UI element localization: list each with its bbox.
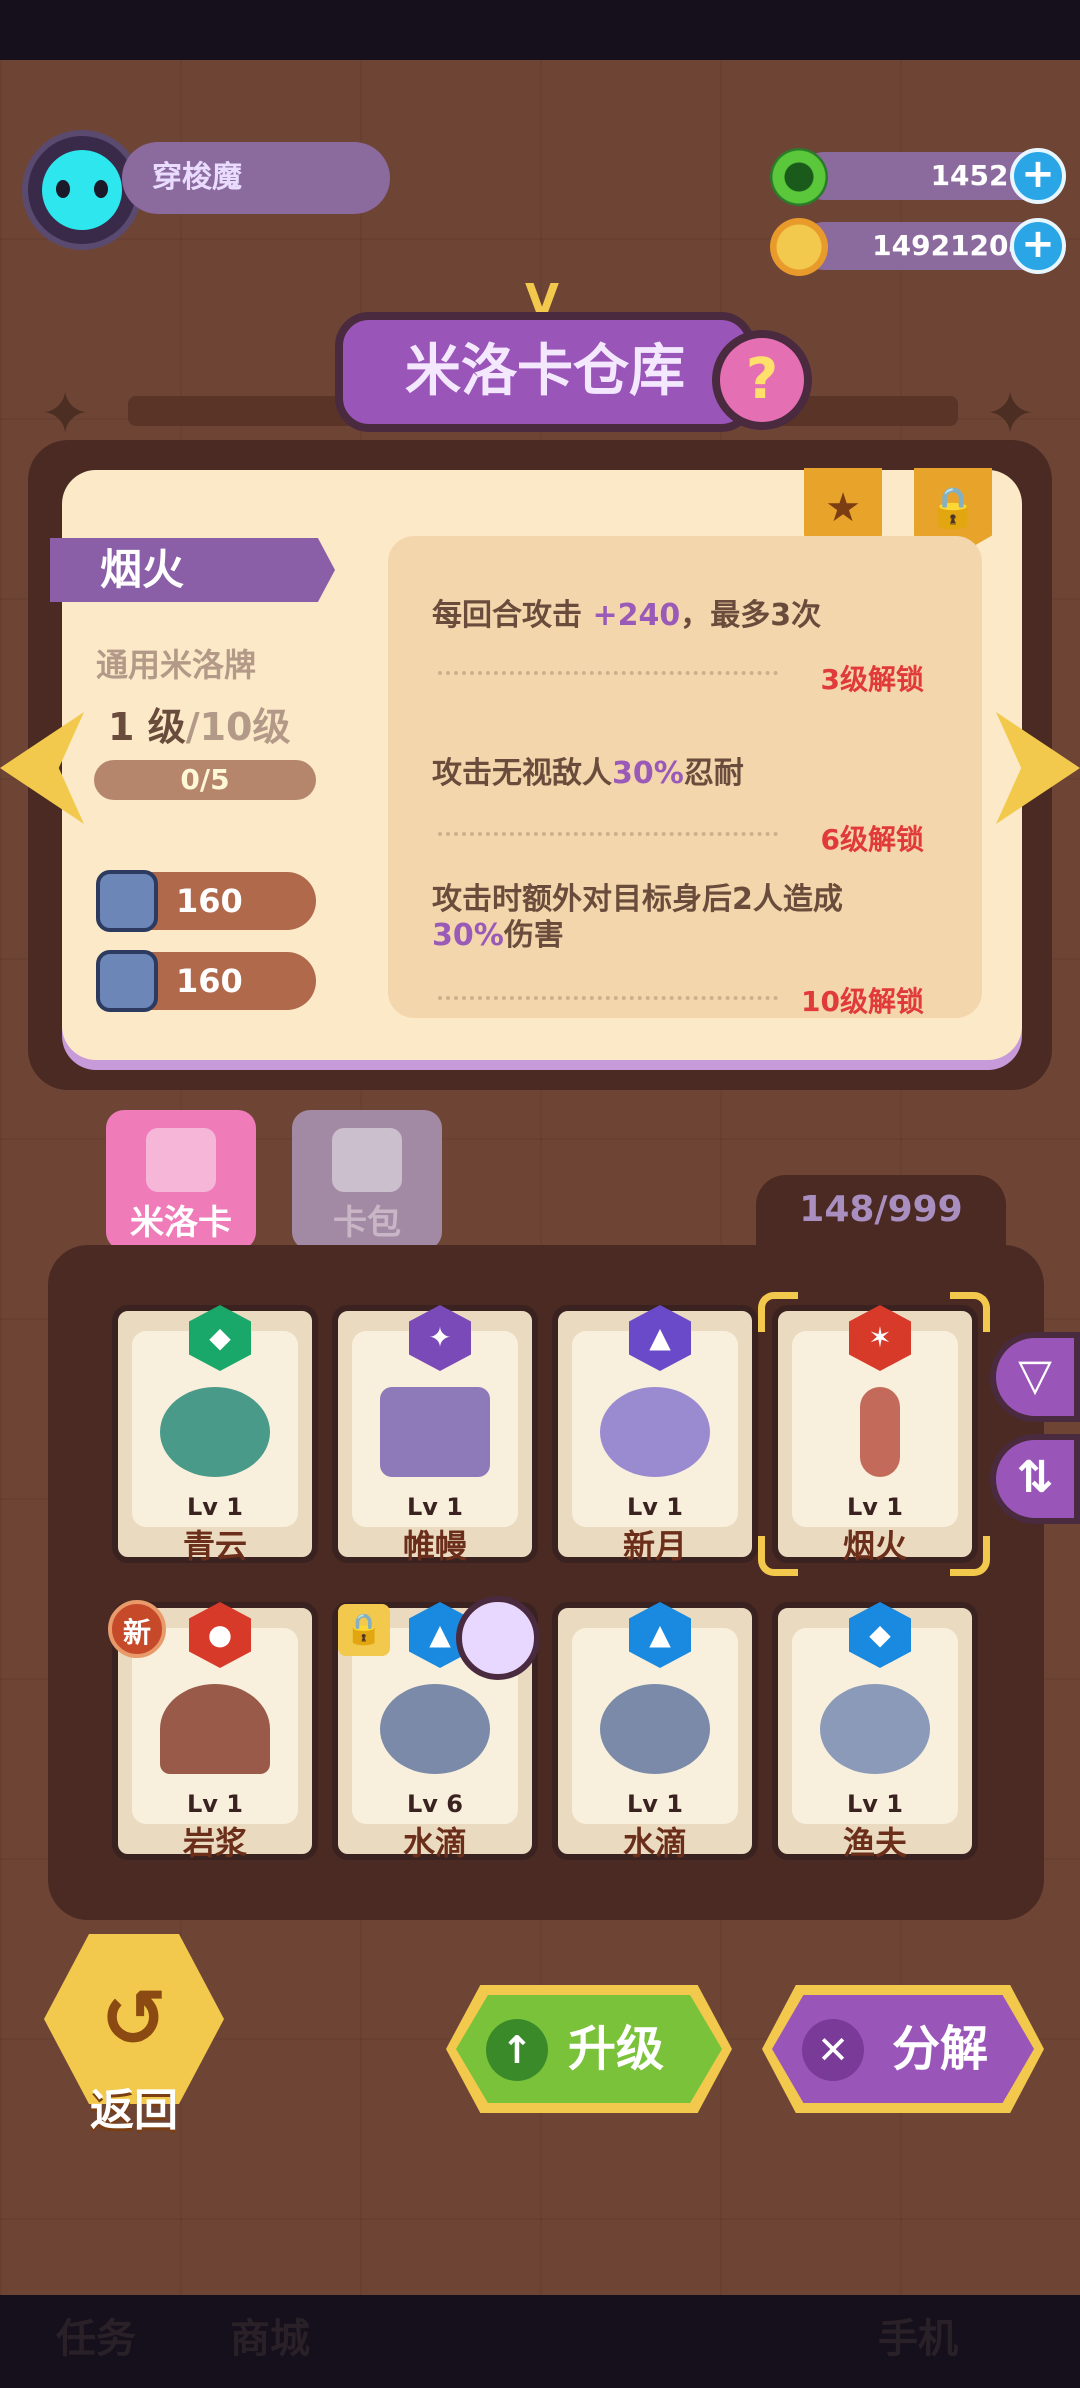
divider [438, 832, 778, 836]
sort-button[interactable]: ⇅ [990, 1434, 1080, 1524]
selection-corner [950, 1292, 990, 1332]
selection-corner [950, 1536, 990, 1576]
nav-item-phone: 手机 [878, 2316, 958, 2362]
divider [438, 996, 778, 1000]
unlock-requirement: 3级解锁 [820, 663, 924, 696]
water-drop-art-icon [600, 1684, 710, 1774]
shield-stat-icon [96, 870, 158, 932]
card-item-selected[interactable]: ✶ Lv 1 烟火 [772, 1305, 978, 1565]
card-icon [146, 1128, 216, 1192]
player-name: 穿梭魔 [122, 142, 390, 214]
page-title: 米洛卡仓库 [335, 312, 755, 432]
selection-corner [758, 1292, 798, 1332]
nav-item-shop: 商城 [230, 2316, 310, 2362]
stat-row: 160 [96, 870, 316, 932]
status-bar [0, 0, 1080, 60]
cloud-art-icon [160, 1387, 270, 1477]
shield-stat-icon [96, 950, 158, 1012]
currency-green-value: 14521 [930, 159, 1028, 192]
currency-green: 14521 + [770, 148, 1070, 206]
stat-row: 160 [96, 950, 316, 1012]
back-button[interactable]: ↺ 返回 [44, 1934, 224, 2136]
water-drop-art-icon [380, 1684, 490, 1774]
card-count: 148/999 [756, 1175, 1006, 1245]
help-button[interactable]: ? [712, 330, 812, 430]
card-item[interactable]: ✦ Lv 1 帷幔 [332, 1305, 538, 1565]
unlock-requirement: 6级解锁 [820, 823, 924, 856]
card-item[interactable]: ▲ Lv 1 水滴 [552, 1602, 758, 1862]
avatar [42, 150, 122, 230]
effect-text: 攻击时额外对目标身后2人造成 30%伤害 [432, 882, 843, 953]
dismantle-button[interactable]: ✕ 分解 [762, 1985, 1044, 2113]
effects-panel: 每回合攻击 +240，最多3次 3级解锁 攻击无视敌人30%忍耐 6级解锁 攻击… [388, 536, 982, 1018]
add-currency-green-button[interactable]: + [1010, 148, 1066, 204]
gold-planet-coin-icon [770, 218, 828, 276]
lock-icon: 🔒 [338, 1604, 390, 1656]
fisherman-cat-art-icon [820, 1684, 930, 1774]
card-level: 1 级/10级 [108, 705, 291, 749]
card-item[interactable]: ◆ Lv 1 渔夫 [772, 1602, 978, 1862]
divider [438, 671, 778, 675]
star-decoration-icon: ✦ [40, 379, 91, 449]
card-item[interactable]: ▲ Lv 1 新月 [552, 1305, 758, 1565]
curtain-art-icon [380, 1387, 490, 1477]
filter-button[interactable]: ▽ [990, 1332, 1080, 1422]
tab-card-packs[interactable]: 卡包 [292, 1110, 442, 1250]
selection-corner [758, 1536, 798, 1576]
star-decoration-icon: ✦ [985, 379, 1036, 449]
close-x-icon: ✕ [802, 2019, 864, 2081]
equipped-character-avatar [456, 1596, 540, 1680]
new-badge: 新 [108, 1600, 166, 1658]
filter-icon: ▽ [1018, 1350, 1052, 1401]
tab-milo-cards[interactable]: 米洛卡 [106, 1110, 256, 1250]
stat-value: 160 [176, 882, 243, 920]
effect-text: 每回合攻击 +240，最多3次 [432, 598, 822, 633]
upgrade-progress: 0/5 [94, 760, 316, 800]
currency-gold-value: 14921204 [872, 229, 1028, 262]
green-donut-coin-icon [770, 148, 828, 206]
card-item[interactable]: ◆ Lv 1 青云 [112, 1305, 318, 1565]
upgrade-button[interactable]: ↑ 升级 [446, 1985, 732, 2113]
card-pack-icon [332, 1128, 402, 1192]
volcano-art-icon [160, 1684, 270, 1774]
effect-text: 攻击无视敌人30%忍耐 [432, 756, 744, 791]
currency-gold: 14921204 + [770, 218, 1070, 276]
unlock-requirement: 10级解锁 [801, 985, 924, 1018]
card-name: 烟火 [50, 538, 335, 602]
sort-icon: ⇅ [1016, 1452, 1054, 1503]
firework-wand-art-icon [860, 1387, 900, 1477]
nav-item-tasks: 任务 [56, 2316, 136, 2362]
stat-value: 160 [176, 962, 243, 1000]
crescent-moon-art-icon [600, 1387, 710, 1477]
up-arrow-icon: ↑ [486, 2019, 548, 2081]
card-type: 通用米洛牌 [96, 646, 257, 684]
add-currency-gold-button[interactable]: + [1010, 218, 1066, 274]
